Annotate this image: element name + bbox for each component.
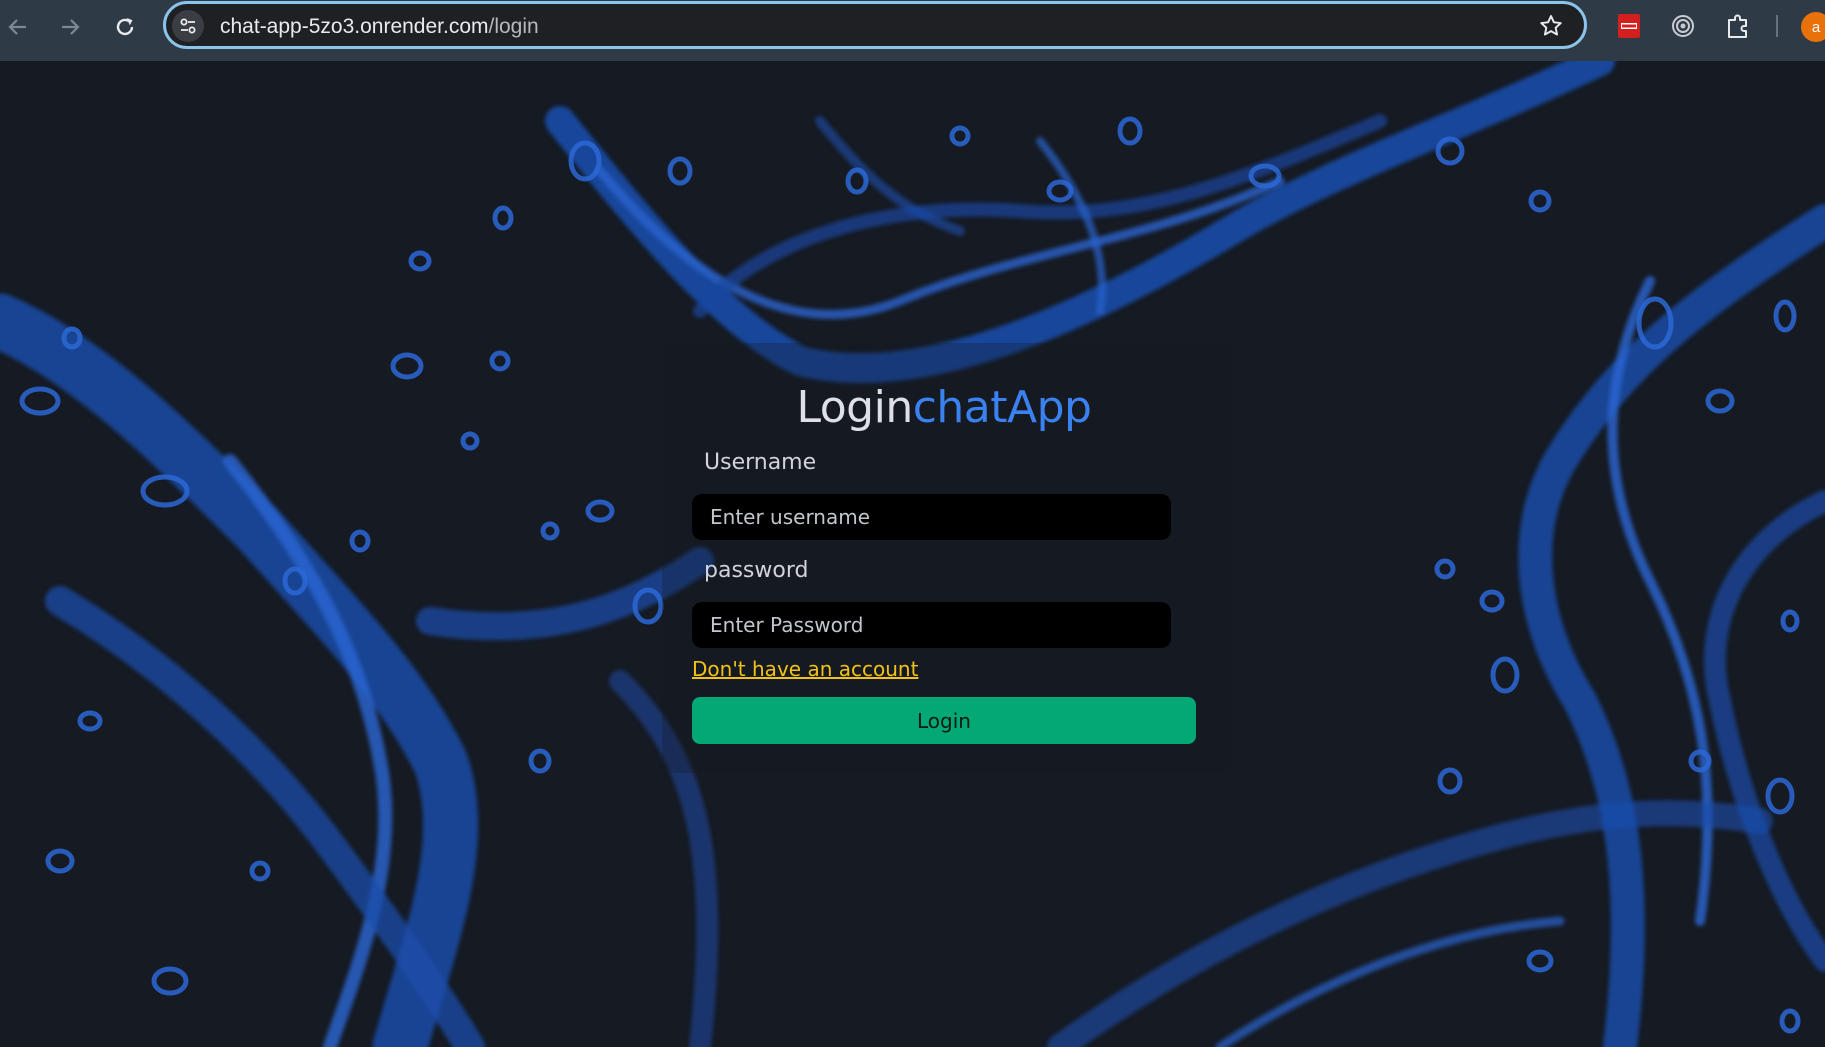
reload-button[interactable] [107, 9, 143, 45]
pdf-extension-button[interactable] [1614, 11, 1644, 41]
record-extension-button[interactable] [1668, 11, 1698, 41]
forward-button[interactable] [52, 9, 88, 45]
arrow-left-icon [8, 19, 26, 35]
address-bar[interactable]: chat-app-5zo3.onrender.com/login [163, 1, 1587, 49]
arrow-right-icon [62, 19, 80, 35]
login-title: LoginchatApp [692, 378, 1196, 438]
extensions-puzzle-icon [1728, 14, 1747, 38]
password-input[interactable] [692, 602, 1171, 648]
title-login-text: Login [796, 382, 914, 433]
extensions-button[interactable] [1723, 11, 1753, 41]
username-label: Username [704, 450, 817, 475]
url-host: chat-app-5zo3.onrender.com [220, 15, 489, 38]
record-extension-icon [1672, 15, 1694, 37]
reload-icon [116, 18, 134, 36]
url-path: /login [488, 15, 539, 38]
tune-icon [180, 18, 196, 34]
url-text[interactable]: chat-app-5zo3.onrender.com/login [220, 15, 539, 39]
username-input[interactable] [692, 494, 1171, 540]
browser-toolbar: chat-app-5zo3.onrender.com/login a [0, 0, 1825, 62]
login-page [0, 61, 1825, 1047]
signup-link[interactable]: Don't have an account [692, 657, 918, 681]
toolbar-divider [1776, 15, 1778, 37]
profile-avatar[interactable]: a [1801, 12, 1825, 42]
title-app-name: chatApp [912, 382, 1092, 433]
password-label: password [704, 558, 809, 583]
pdf-extension-icon [1618, 14, 1640, 38]
back-button[interactable] [0, 9, 36, 45]
login-button[interactable]: Login [692, 697, 1196, 744]
star-icon [1540, 15, 1562, 36]
bookmark-button[interactable] [1538, 13, 1564, 43]
site-info-button[interactable] [172, 10, 204, 42]
